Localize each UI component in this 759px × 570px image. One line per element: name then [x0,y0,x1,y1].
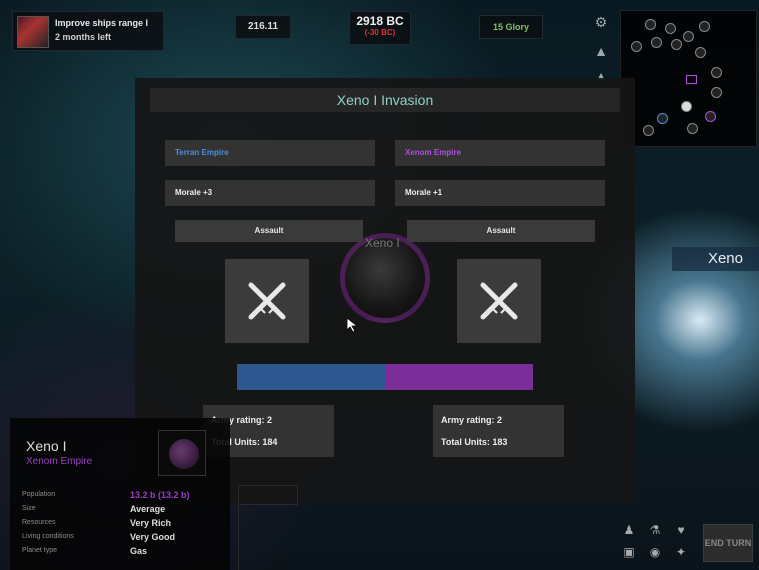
credits-display: 216.11 [235,15,291,39]
minimap-star[interactable] [699,21,710,32]
defender-unit-card[interactable] [457,259,541,343]
attacker-empire-field: Terran Empire [165,140,375,166]
leaders-icon[interactable]: ♟ [620,522,638,538]
galaxy-icon[interactable]: ◉ [646,544,664,560]
info-value-size: Average [130,504,166,514]
attacker-assault-button[interactable]: Assault [175,220,363,242]
info-value-living: Very Good [130,532,176,542]
minimap-star[interactable] [695,47,706,58]
minimap[interactable] [620,10,757,147]
current-research-panel[interactable]: Improve ships range I 2 months left [12,11,164,51]
attacker-morale: Morale +3 [165,180,375,206]
end-turn-button[interactable]: END TURN [703,524,753,562]
info-label-living: Living conditions [22,533,74,540]
dialog-title-bar: Xeno I Invasion [150,88,620,112]
defender-empire-field: Xenom Empire [395,140,605,166]
glory-display: 15 Glory [479,15,543,39]
research-title: Improve ships range I [55,18,149,28]
map-planet-label[interactable]: Xeno [672,247,759,271]
minimap-star[interactable] [631,41,642,52]
ship-icon[interactable]: ▲ [590,42,612,60]
planet-slot-box[interactable] [238,485,298,505]
defender-army-rating: Army rating: 2 [441,415,503,425]
date-display: 2918 BC (-30 BC) [349,11,411,45]
attacker-unit-card[interactable] [225,259,309,343]
magnify-icon[interactable]: ⚙ [590,13,612,31]
info-label-resources: Resources [22,519,56,526]
planet-thumbnail[interactable] [158,430,206,476]
crossed-rifles-icon [248,282,286,320]
research-time-left: 2 months left [55,32,112,42]
current-date: 2918 BC [356,14,404,28]
minimap-star[interactable] [671,39,682,50]
attacker-strength-fill [237,364,385,390]
defender-empire-name: Xenom Empire [405,148,462,157]
planets-icon[interactable]: ▣ [620,544,638,560]
panel-divider [238,503,239,570]
research-icon[interactable]: ⚗ [646,522,664,538]
battle-balance-bar [237,364,533,390]
minimap-star[interactable] [705,111,716,122]
info-value-resources: Very Rich [130,518,172,528]
minimap-star[interactable] [711,67,722,78]
minimap-star[interactable] [711,87,722,98]
planet-preview-label: Xeno I [365,236,400,250]
info-value-population: 13.2 b (13.2 b) [130,490,190,500]
info-label-size: Size [22,505,36,512]
dialog-title: Xeno I Invasion [336,92,434,108]
minimap-star[interactable] [645,19,656,30]
minimap-star[interactable] [687,123,698,134]
mouse-cursor [346,317,359,337]
defender-stats: Army rating: 2 Total Units: 183 [433,405,564,457]
date-delta: (-30 BC) [364,28,396,37]
defender-strength-fill [385,364,533,390]
minimap-star[interactable] [665,23,676,34]
minimap-star[interactable] [681,101,692,112]
minimap-star[interactable] [683,31,694,42]
info-value-planet-type: Gas [130,546,148,556]
attacker-empire-name: Terran Empire [175,148,229,157]
planet-image [169,439,199,469]
stats-icon[interactable]: ✦ [672,544,690,560]
minimap-star[interactable] [651,37,662,48]
crossed-rifles-icon [480,282,518,320]
info-label-population: Population [22,491,56,498]
minimap-star[interactable] [657,113,668,124]
research-thumbnail [17,16,49,48]
planet-owner: Xenom Empire [26,456,93,467]
defender-assault-button[interactable]: Assault [407,220,595,242]
minimap-star[interactable] [643,125,654,136]
defender-total-units: Total Units: 183 [441,437,508,447]
minimap-selected-system[interactable] [686,75,697,84]
info-label-planet-type: Planet type [22,547,58,554]
defender-morale: Morale +1 [395,180,605,206]
diplomacy-icon[interactable]: ♥ [672,522,690,538]
planet-name: Xeno I [26,438,67,454]
